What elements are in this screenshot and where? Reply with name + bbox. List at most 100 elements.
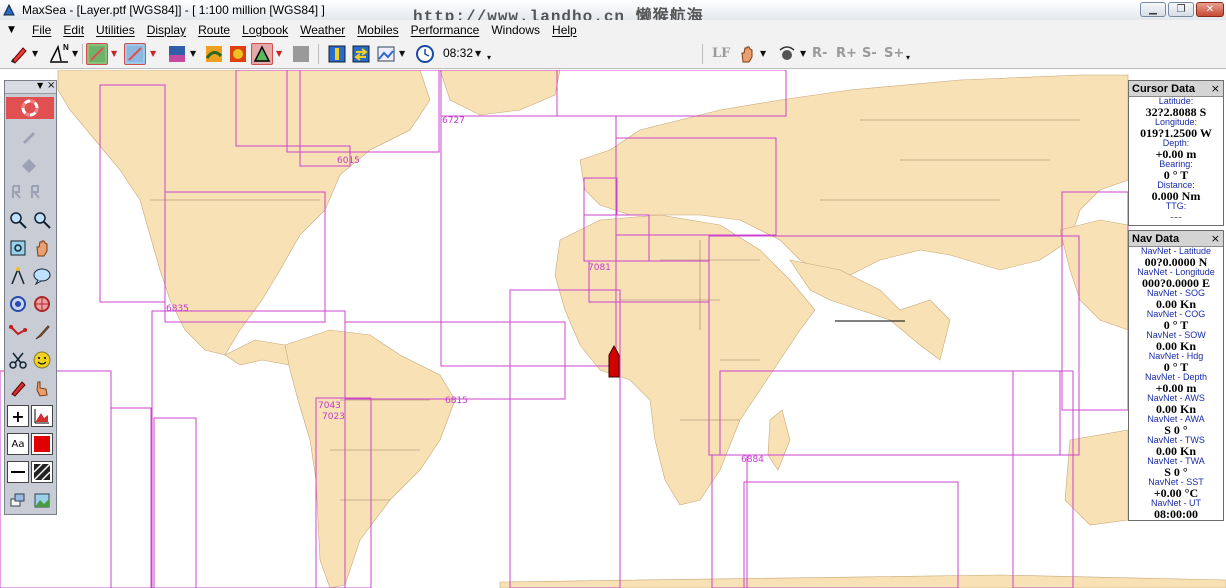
menu-edit[interactable]: Edit — [63, 23, 84, 37]
vector-chart-button[interactable] — [124, 43, 146, 65]
raster-dropdown-arrow[interactable]: ▼ — [111, 49, 119, 58]
radar-button[interactable] — [776, 43, 798, 65]
route-tool-button[interactable] — [7, 321, 29, 343]
time-dropdown-arrow[interactable]: ▼ — [475, 49, 483, 58]
3d-terrain-button[interactable] — [251, 43, 273, 65]
toolbar-overflow-arrow[interactable]: ▾ — [487, 53, 495, 62]
radar-overflow-arrow[interactable]: ▾ — [906, 53, 914, 62]
target-button[interactable] — [7, 293, 29, 315]
nav-longitude-field: NavNet - Longitude 000?0.0000 E — [1129, 268, 1223, 290]
transfer-data-button[interactable] — [350, 43, 372, 65]
palette-menu-arrow[interactable]: ▼ — [37, 81, 43, 90]
target-red-icon — [34, 296, 50, 312]
scissors-icon — [9, 352, 27, 369]
smiley-tool-button[interactable] — [31, 349, 53, 371]
menu-windows[interactable]: Windows — [491, 23, 540, 37]
minimize-button[interactable]: ▁ — [1140, 2, 1166, 17]
menu-route[interactable]: Route — [198, 23, 230, 37]
profile-chart-button[interactable] — [31, 405, 53, 427]
nav-sow-field: NavNet - SOW 0.00 Kn — [1129, 331, 1223, 353]
event-mark-button[interactable] — [31, 293, 53, 315]
system-menu-icon[interactable]: ▼ — [8, 25, 22, 35]
world-chart-svg[interactable] — [0, 70, 1226, 588]
add-point-button[interactable]: + — [7, 405, 29, 427]
terrain-view-button[interactable] — [31, 489, 53, 511]
cursor-ttg-field: TTG: --- — [1129, 202, 1223, 219]
plus-icon: + — [11, 406, 25, 426]
pointer-hand-icon — [36, 381, 48, 397]
zoom-window-button[interactable] — [7, 237, 29, 259]
menu-weather[interactable]: Weather — [300, 23, 345, 37]
bathymetry-icon — [205, 46, 223, 62]
info-icon — [328, 45, 346, 63]
cursor-data-header: Cursor Data × — [1129, 81, 1223, 97]
line-style-button[interactable] — [7, 461, 29, 483]
mob-button[interactable] — [6, 97, 54, 119]
zoom-window-icon — [10, 240, 26, 256]
north-label: N — [63, 43, 69, 52]
route-rr-button[interactable] — [7, 181, 53, 203]
pencil-dropdown-arrow[interactable]: ▼ — [32, 49, 40, 58]
cut-tool-button[interactable] — [7, 349, 29, 371]
menu-display[interactable]: Display — [147, 23, 186, 37]
menu-file[interactable]: File — [32, 23, 51, 37]
fill-color-button[interactable] — [31, 433, 53, 455]
raster-chart-button[interactable] — [86, 43, 108, 65]
nav-data-close-button[interactable]: × — [1211, 231, 1220, 247]
scale-decrease-button[interactable]: S- — [862, 46, 877, 61]
pencil-tool-button[interactable] — [8, 43, 30, 65]
zoom-out-button[interactable] — [31, 209, 53, 231]
gray-layer-button[interactable] — [290, 43, 312, 65]
smiley-icon — [33, 351, 51, 369]
picture-dropdown-arrow[interactable]: ▼ — [399, 49, 407, 58]
hatch-pattern-button[interactable] — [31, 461, 53, 483]
range-increase-button[interactable]: R+ — [836, 46, 857, 61]
clock-button[interactable] — [414, 43, 436, 65]
chart-map-view[interactable]: 6727 6015 7081 6835 6815 7043 7023 6884 — [0, 70, 1226, 588]
time-display[interactable]: 08:32 — [443, 46, 473, 60]
cursor-data-close-button[interactable]: × — [1211, 81, 1220, 97]
info-panel-button[interactable] — [326, 43, 348, 65]
pointer-hand-button[interactable] — [31, 377, 53, 399]
bathymetry-button[interactable] — [203, 43, 225, 65]
red-pen-icon — [11, 381, 26, 397]
title-bar: MaxSea - [Layer.ptf [WGS84]] - [ 1:100 m… — [0, 0, 1226, 26]
maxsea-app-icon — [3, 3, 15, 16]
menu-mobiles[interactable]: Mobiles — [357, 23, 398, 37]
annotation-button[interactable] — [31, 265, 53, 287]
cursor-distance-field: Distance: 0.000 Nm — [1129, 181, 1223, 203]
measure-button[interactable] — [7, 265, 29, 287]
menu-performance[interactable]: Performance — [411, 23, 480, 37]
hand-dropdown-arrow[interactable]: ▼ — [760, 49, 768, 58]
photo-dropdown-arrow[interactable]: ▼ — [190, 49, 198, 58]
terrain-dropdown-arrow[interactable]: ▼ — [276, 49, 284, 58]
menu-logbook[interactable]: Logbook — [242, 23, 288, 37]
zoom-in-button[interactable] — [7, 209, 29, 231]
range-decrease-button[interactable]: R- — [812, 46, 827, 61]
picture-view-button[interactable] — [375, 43, 397, 65]
weather-overlay-button[interactable] — [227, 43, 249, 65]
close-window-button[interactable]: ✕ — [1196, 2, 1224, 17]
pan-hand-button[interactable] — [736, 43, 758, 65]
scale-increase-button[interactable]: S+ — [884, 46, 904, 61]
north-dropdown-arrow[interactable]: ▼ — [72, 49, 80, 58]
text-tool-button[interactable]: Aa — [7, 433, 29, 455]
draw-route-button[interactable] — [18, 125, 40, 147]
brush-tool-button[interactable] — [31, 321, 53, 343]
mark-pen-button[interactable] — [7, 377, 29, 399]
lf-button[interactable]: LF — [712, 46, 730, 61]
hatch-pattern-icon — [33, 463, 51, 481]
radar-dropdown-arrow[interactable]: ▼ — [800, 49, 808, 58]
maximize-button[interactable]: ❐ — [1168, 2, 1194, 17]
chart-layer-icon — [89, 46, 105, 62]
photo-overlay-button[interactable] — [166, 43, 188, 65]
land-north-america — [57, 70, 431, 356]
vector-dropdown-arrow[interactable]: ▼ — [150, 49, 158, 58]
pan-button[interactable] — [31, 237, 53, 259]
menu-utilities[interactable]: Utilities — [96, 23, 135, 37]
layers-button[interactable] — [7, 489, 29, 511]
menu-help[interactable]: Help — [552, 23, 577, 37]
palette-close-button[interactable]: × — [47, 80, 55, 91]
north-up-button[interactable]: N — [48, 43, 70, 65]
edit-route-button[interactable] — [18, 153, 40, 175]
